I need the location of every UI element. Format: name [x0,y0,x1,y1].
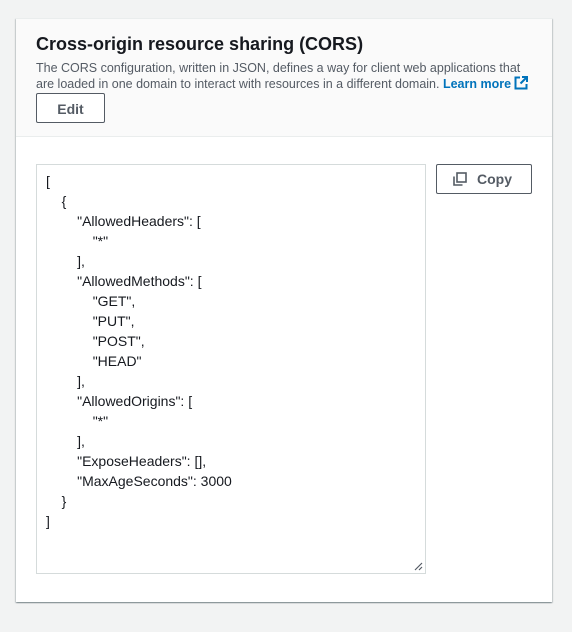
edit-button[interactable]: Edit [36,93,105,123]
cors-title: Cross-origin resource sharing (CORS) [36,34,364,54]
cors-panel: Cross-origin resource sharing (CORS) The… [16,18,552,602]
cors-panel-header: Cross-origin resource sharing (CORS) The… [16,19,552,137]
external-link-icon [514,76,529,90]
resize-handle-icon[interactable] [413,561,423,571]
cors-description: The CORS configuration, written in JSON,… [36,60,536,92]
learn-more-link[interactable]: Learn more [442,76,529,91]
copy-icon [453,172,467,186]
learn-more-label: Learn more [442,77,512,91]
cors-configuration-textarea[interactable]: [ { "AllowedHeaders": [ "*" ], "AllowedM… [36,164,426,574]
cors-configuration-code: [ { "AllowedHeaders": [ "*" ], "AllowedM… [46,173,232,529]
copy-button[interactable]: Copy [436,164,532,194]
copy-button-label: Copy [477,171,512,187]
